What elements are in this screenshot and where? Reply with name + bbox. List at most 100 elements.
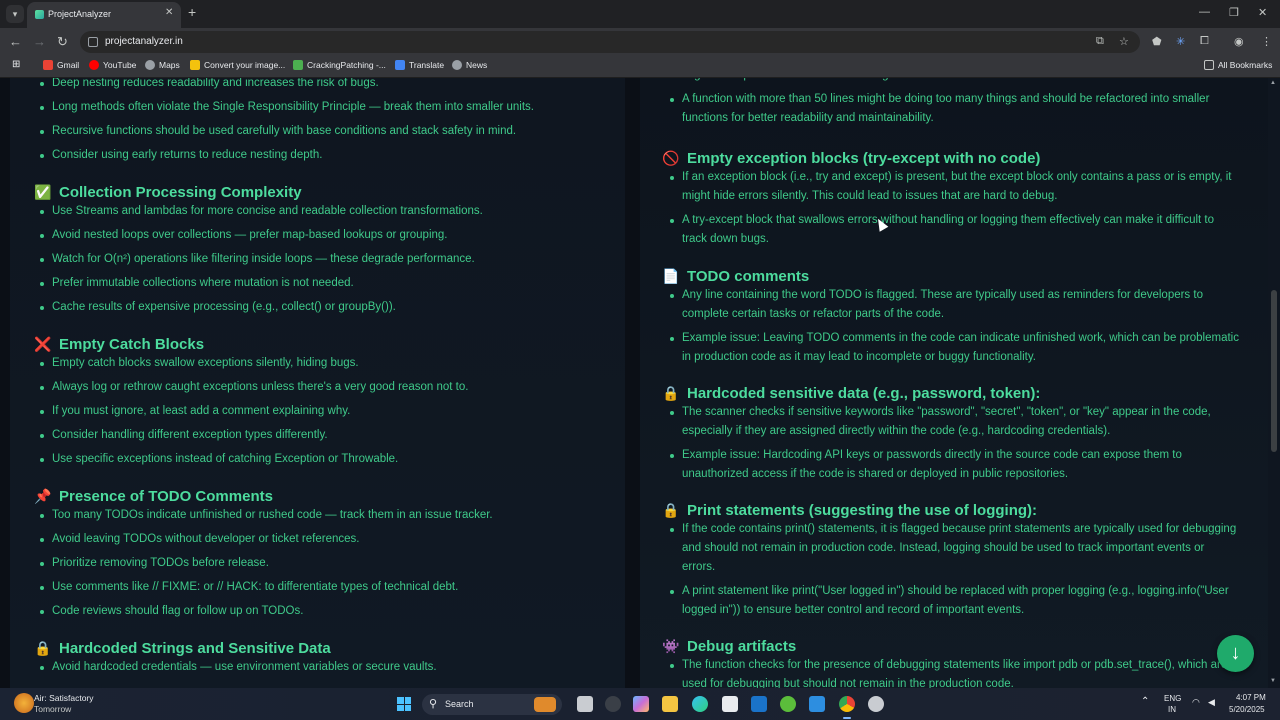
weather-title: Air: Satisfactory <box>34 693 94 703</box>
reload-button[interactable]: ↻ <box>57 34 68 50</box>
section-icon: 🔒 <box>662 385 680 401</box>
tray-overflow-icon[interactable]: ⌃ <box>1141 696 1149 707</box>
react-extension-icon[interactable]: ✳ <box>1176 35 1185 48</box>
tab-title: ProjectAnalyzer <box>48 9 112 19</box>
gmail-icon <box>43 60 53 70</box>
scroll-down-icon[interactable]: ▼ <box>1270 678 1276 684</box>
wifi-icon[interactable]: ◠ <box>1192 697 1200 708</box>
list-item: Consider using early returns to reduce n… <box>10 146 625 165</box>
section-icon: 📌 <box>34 488 52 504</box>
folder-icon <box>1204 60 1214 70</box>
tab-active[interactable]: ProjectAnalyzer ✕ <box>27 2 181 28</box>
bookmark-news[interactable]: News <box>452 60 487 70</box>
weather-icon[interactable] <box>14 693 34 713</box>
scrollbar-thumb[interactable] <box>1271 290 1277 452</box>
menu-kebab-icon[interactable]: ⋮ <box>1261 35 1272 48</box>
outlook-icon[interactable] <box>751 696 767 712</box>
list-item: Avoid hardcoded credentials — use enviro… <box>10 658 625 677</box>
left-sections-section: 🔒 Hardcoded Strings and Sensitive Data Avo… <box>10 638 625 682</box>
bookmark-maps[interactable]: Maps <box>145 60 180 70</box>
bullet-list: flags it as a potential issue because lo… <box>640 78 1268 128</box>
tab-close-icon[interactable]: ✕ <box>165 7 173 18</box>
section-title: Hardcoded Strings and Sensitive Data <box>59 640 331 657</box>
site-info-icon[interactable] <box>88 37 98 47</box>
list-item: Consider handling different exception ty… <box>10 426 625 445</box>
github-icon[interactable] <box>605 696 621 712</box>
left-panel: Deep nesting reduces readability and inc… <box>10 78 625 688</box>
app-green-icon[interactable] <box>780 696 796 712</box>
translate-icon <box>395 60 405 70</box>
volume-icon[interactable]: ◀ <box>1208 697 1215 708</box>
clock-time[interactable]: 4:07 PM <box>1236 693 1266 702</box>
new-tab-button[interactable]: + <box>188 4 196 20</box>
all-bookmarks-button[interactable]: All Bookmarks <box>1204 60 1272 70</box>
chrome-icon[interactable] <box>839 696 855 719</box>
shield-extension-icon[interactable]: ⬟ <box>1152 35 1162 48</box>
clock-date[interactable]: 5/20/2025 <box>1229 705 1265 714</box>
section-icon: 👾 <box>662 638 680 654</box>
bookmark-crackingpatching[interactable]: CrackingPatching -... <box>293 60 386 70</box>
list-item: Empty catch blocks swallow exceptions si… <box>10 354 625 373</box>
section-heading: ❌ Empty Catch Blocks <box>10 334 625 354</box>
minimize-button[interactable]: — <box>1199 6 1210 18</box>
page-content: Deep nesting reduces readability and inc… <box>0 78 1280 688</box>
youtube-icon <box>89 60 99 70</box>
taskbar-search[interactable]: ⚲ Search <box>422 694 562 715</box>
right-sections-section: flags it as a potential issue because lo… <box>640 78 1268 133</box>
section-heading: 👾 Debug artifacts <box>640 636 1268 656</box>
bookmark-convert-image[interactable]: Convert your image... <box>190 60 285 70</box>
bullet-list: The function checks for the presence of … <box>640 656 1268 688</box>
cracking-icon <box>293 60 303 70</box>
tab-search-button[interactable]: ▾ <box>6 5 24 23</box>
scroll-up-icon[interactable]: ▲ <box>1270 80 1276 86</box>
page-scrollbar[interactable]: ▲ ▼ <box>1268 78 1280 688</box>
section-heading: 🚫 Empty exception blocks (try-except with… <box>640 148 1268 168</box>
right-panel: flags it as a potential issue because lo… <box>640 78 1268 688</box>
globe-icon <box>145 60 155 70</box>
bookmark-youtube[interactable]: YouTube <box>89 60 136 70</box>
list-item: Use comments like // FIXME: or // HACK: … <box>10 578 625 597</box>
bookmark-gmail[interactable]: Gmail <box>43 60 79 70</box>
lang-top[interactable]: ENG <box>1164 694 1181 703</box>
extensions-puzzle-icon[interactable]: ⧠ <box>1200 35 1209 48</box>
close-window-button[interactable]: ✕ <box>1258 6 1267 19</box>
section-title: Empty Catch Blocks <box>59 336 205 353</box>
list-item: Always log or rethrow caught exceptions … <box>10 378 625 397</box>
install-app-icon[interactable]: ⧉ <box>1096 35 1104 48</box>
scroll-down-button[interactable]: ↓ <box>1217 635 1254 672</box>
chrome-dev-icon[interactable] <box>868 696 884 712</box>
left-sections-section: ❌ Empty Catch Blocks Empty catch blocks sw… <box>10 334 625 474</box>
browser-toolbar: ← → ↻ projectanalyzer.in ⧉ ☆ ⬟ ✳ ⧠ ◉ ⋮ <box>0 28 1280 56</box>
section-title: Hardcoded sensitive data (e.g., password… <box>687 385 1041 402</box>
search-highlight-icon <box>534 697 556 712</box>
bullet-list: If the code contains print() statements,… <box>640 520 1268 620</box>
edge-icon[interactable] <box>692 696 708 712</box>
copilot-icon[interactable] <box>633 696 649 712</box>
section-title: Presence of TODO Comments <box>59 488 273 505</box>
list-item: Example issue: Hardcoding API keys or pa… <box>640 446 1240 484</box>
section-icon: 🔒 <box>34 640 52 656</box>
section-heading: 📌 Presence of TODO Comments <box>10 486 625 506</box>
task-view-icon[interactable] <box>577 696 593 712</box>
bullet-list: Avoid hardcoded credentials — use enviro… <box>10 658 625 677</box>
store-icon[interactable] <box>722 696 738 712</box>
list-item: If you must ignore, at least add a comme… <box>10 402 625 421</box>
right-sections-section: 📄 TODO comments Any line containing the wo… <box>640 266 1268 372</box>
bookmark-star-icon[interactable]: ☆ <box>1119 35 1129 48</box>
bookmark-translate[interactable]: Translate <box>395 60 444 70</box>
profile-avatar[interactable]: ◉ <box>1234 35 1244 48</box>
start-button[interactable] <box>397 697 411 711</box>
right-sections-section: 🚫 Empty exception blocks (try-except with… <box>640 148 1268 254</box>
left-sections-section: 📌 Presence of TODO Comments Too many TODOs… <box>10 486 625 626</box>
restore-button[interactable]: ❐ <box>1229 6 1239 19</box>
file-explorer-icon[interactable] <box>662 696 678 712</box>
list-item: Recursive functions should be used caref… <box>10 122 625 141</box>
vscode-icon[interactable] <box>809 696 825 712</box>
apps-grid-icon[interactable]: ⊞ <box>12 59 20 70</box>
section-title: Empty exception blocks (try-except with … <box>687 150 1041 167</box>
back-button[interactable]: ← <box>9 34 22 49</box>
list-item: Prioritize removing TODOs before release… <box>10 554 625 573</box>
address-bar[interactable]: projectanalyzer.in ⧉ ☆ <box>80 31 1140 53</box>
forward-button[interactable]: → <box>33 34 46 49</box>
lang-bottom[interactable]: IN <box>1168 705 1176 714</box>
